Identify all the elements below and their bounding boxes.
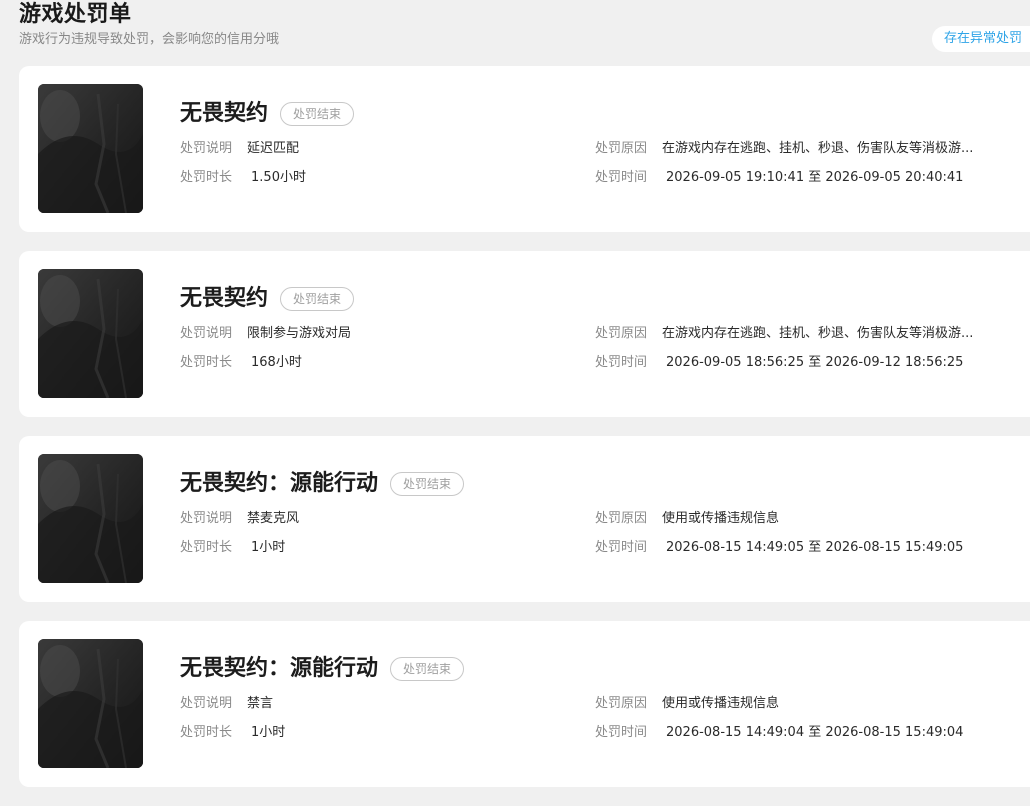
- report-anomaly-button[interactable]: 存在异常处罚: [931, 26, 1030, 52]
- penalty-list: 无畏契约 处罚结束 处罚说明 延迟匹配 处罚时长 1.50小时 处罚原因 在游戏内存在…: [19, 66, 1030, 806]
- penalty-duration-field: 处罚时长 168小时: [180, 354, 302, 372]
- penalty-reason-field: 处罚原因 在游戏内存在逃跑、挂机、秒退、伤害队友等消极游...: [595, 325, 973, 343]
- penalty-card[interactable]: 无畏契约 处罚结束 处罚说明 限制参与游戏对局 处罚时长 168小时 处罚原因 在游戏…: [19, 251, 1030, 417]
- penalty-reason-label: 处罚原因: [595, 141, 648, 156]
- penalty-description-label: 处罚说明: [180, 141, 233, 156]
- penalty-time-value: 2026-09-05 18:56:25 至 2026-09-12 18:56:2…: [666, 355, 964, 370]
- penalty-duration-label: 处罚时长: [180, 725, 233, 740]
- penalty-description-field: 处罚说明 延迟匹配: [180, 140, 299, 158]
- penalty-reason-label: 处罚原因: [595, 511, 648, 526]
- penalty-reason-field: 处罚原因 在游戏内存在逃跑、挂机、秒退、伤害队友等消极游...: [595, 140, 973, 158]
- penalty-description-value: 禁麦克风: [247, 511, 300, 526]
- penalty-reason-label: 处罚原因: [595, 326, 648, 341]
- game-cover-image: [38, 84, 143, 213]
- penalty-time-field: 处罚时间 2026-09-05 18:56:25 至 2026-09-12 18:…: [595, 354, 963, 372]
- penalty-duration-value: 1小时: [251, 540, 286, 555]
- penalty-time-label: 处罚时间: [595, 725, 648, 740]
- penalty-duration-field: 处罚时长 1小时: [180, 724, 285, 742]
- penalty-description-value: 限制参与游戏对局: [247, 326, 352, 341]
- penalty-reason-field: 处罚原因 使用或传播违规信息: [595, 695, 779, 713]
- penalty-time-field: 处罚时间 2026-08-15 14:49:04 至 2026-08-15 15:…: [595, 724, 963, 742]
- penalty-reason-value: 使用或传播违规信息: [662, 511, 780, 526]
- penalty-reason-value: 使用或传播违规信息: [662, 696, 780, 711]
- card-title-row: 无畏契约 处罚结束: [180, 283, 355, 315]
- card-title-row: 无畏契约：源能行动 处罚结束: [180, 653, 465, 685]
- penalty-description-field: 处罚说明 禁麦克风: [180, 510, 299, 528]
- status-badge: 处罚结束: [390, 472, 465, 496]
- penalty-description-field: 处罚说明 禁言: [180, 695, 273, 713]
- penalty-time-label: 处罚时间: [595, 540, 648, 555]
- game-title: 无畏契约: [180, 101, 269, 126]
- game-title: 无畏契约: [180, 286, 269, 311]
- penalty-card[interactable]: 无畏契约：源能行动 处罚结束 处罚说明 禁麦克风 处罚时长 1小时 处罚原因 使用或传…: [19, 436, 1030, 602]
- penalty-time-label: 处罚时间: [595, 355, 648, 370]
- penalty-duration-value: 1小时: [251, 725, 286, 740]
- game-cover-image: [38, 639, 143, 768]
- penalty-time-value: 2026-08-15 14:49:05 至 2026-08-15 15:49:0…: [666, 540, 964, 555]
- status-badge: 处罚结束: [390, 657, 465, 681]
- penalty-reason-value: 在游戏内存在逃跑、挂机、秒退、伤害队友等消极游...: [662, 326, 974, 341]
- penalty-duration-field: 处罚时长 1.50小时: [180, 169, 306, 187]
- penalty-card[interactable]: 无畏契约 处罚结束 处罚说明 延迟匹配 处罚时长 1.50小时 处罚原因 在游戏内存在…: [19, 66, 1030, 232]
- status-badge: 处罚结束: [280, 287, 355, 311]
- card-title-row: 无畏契约：源能行动 处罚结束: [180, 468, 465, 500]
- penalty-time-field: 处罚时间 2026-09-05 19:10:41 至 2026-09-05 20:…: [595, 169, 963, 187]
- penalty-description-field: 处罚说明 限制参与游戏对局: [180, 325, 351, 343]
- penalty-card[interactable]: 无畏契约：源能行动 处罚结束 处罚说明 禁言 处罚时长 1小时 处罚原因 使用或传播违…: [19, 621, 1030, 787]
- penalty-time-field: 处罚时间 2026-08-15 14:49:05 至 2026-08-15 15:…: [595, 539, 963, 557]
- card-title-row: 无畏契约 处罚结束: [180, 98, 355, 130]
- page-title: 游戏处罚单: [19, 2, 132, 27]
- penalty-duration-field: 处罚时长 1小时: [180, 539, 285, 557]
- game-cover-image: [38, 269, 143, 398]
- penalty-reason-field: 处罚原因 使用或传播违规信息: [595, 510, 779, 528]
- page-header: 游戏处罚单 游戏行为违规导致处罚，会影响您的信用分哦 存在异常处罚: [19, 0, 1030, 60]
- penalty-time-value: 2026-08-15 14:49:04 至 2026-08-15 15:49:0…: [666, 725, 964, 740]
- penalty-description-value: 禁言: [247, 696, 274, 711]
- penalty-duration-label: 处罚时长: [180, 355, 233, 370]
- penalty-description-value: 延迟匹配: [247, 141, 300, 156]
- penalty-description-label: 处罚说明: [180, 511, 233, 526]
- penalty-description-label: 处罚说明: [180, 696, 233, 711]
- penalty-reason-label: 处罚原因: [595, 696, 648, 711]
- penalty-description-label: 处罚说明: [180, 326, 233, 341]
- penalty-duration-value: 1.50小时: [251, 170, 306, 185]
- game-title: 无畏契约：源能行动: [180, 656, 379, 681]
- penalty-time-value: 2026-09-05 19:10:41 至 2026-09-05 20:40:4…: [666, 170, 964, 185]
- penalty-time-label: 处罚时间: [595, 170, 648, 185]
- penalty-reason-value: 在游戏内存在逃跑、挂机、秒退、伤害队友等消极游...: [662, 141, 974, 156]
- penalty-duration-value: 168小时: [251, 355, 302, 370]
- penalty-duration-label: 处罚时长: [180, 170, 233, 185]
- game-title: 无畏契约：源能行动: [180, 471, 379, 496]
- status-badge: 处罚结束: [280, 102, 355, 126]
- game-cover-image: [38, 454, 143, 583]
- page-subtitle: 游戏行为违规导致处罚，会影响您的信用分哦: [19, 32, 280, 47]
- penalty-duration-label: 处罚时长: [180, 540, 233, 555]
